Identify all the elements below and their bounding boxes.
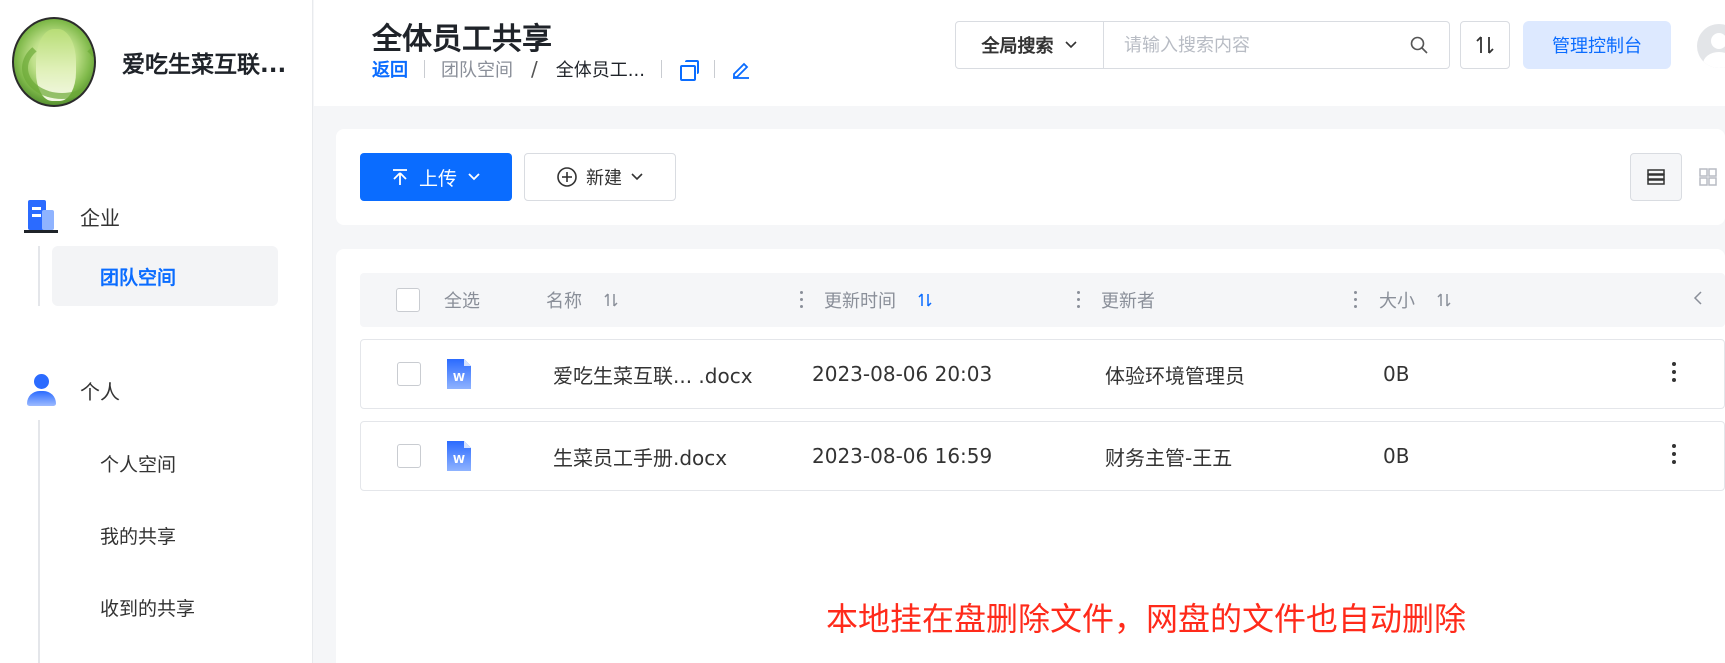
list-view-button[interactable]: [1630, 153, 1682, 201]
select-all-checkbox[interactable]: [396, 288, 420, 312]
nav-enterprise: 企业 团队空间: [0, 196, 313, 306]
chevron-left-icon[interactable]: [1692, 289, 1704, 307]
notice-annotation: 本地挂在盘删除文件，网盘的文件也自动删除: [826, 600, 1467, 638]
nav-head-label: 企业: [80, 205, 120, 230]
sort-icon: [604, 293, 618, 307]
column-header-updated[interactable]: 更新时间: [824, 273, 934, 327]
column-label: 更新时间: [824, 291, 896, 312]
nav-sub-personal: 个人空间 我的共享 收到的共享: [38, 420, 313, 663]
sort-icon: [1437, 293, 1451, 307]
column-header-name[interactable]: 名称: [546, 273, 620, 327]
sidebar-item-team-space[interactable]: 团队空间: [52, 246, 278, 306]
file-updater: 财务主管-王五: [1105, 445, 1233, 470]
file-size: 0B: [1383, 362, 1410, 386]
row-checkbox[interactable]: [397, 362, 421, 386]
table-header: 全选 名称 更新时间 更新者 大小: [360, 273, 1725, 327]
file-size: 0B: [1383, 444, 1410, 468]
table-row[interactable]: W 生菜员工手册.docx 2023-08-06 16:59 财务主管-王五 0…: [360, 421, 1725, 491]
column-label: 大小: [1379, 291, 1415, 312]
search-scope-label: 全局搜索: [981, 36, 1054, 57]
chevron-down-icon: [1064, 41, 1077, 49]
user-icon: [24, 372, 58, 408]
user-avatar[interactable]: [1697, 24, 1725, 68]
sidebar: 爱吃生菜互联... 企业 团队空间 个人 个人空间 我的共享 收到的共享: [0, 0, 313, 663]
upload-label: 上传: [418, 167, 457, 190]
sort-icon: [1476, 36, 1494, 54]
more-icon[interactable]: [1672, 444, 1676, 468]
grid-view-button[interactable]: [1682, 153, 1725, 201]
file-updated: 2023-08-06 16:59: [812, 444, 993, 468]
list-view-icon: [1647, 169, 1665, 185]
copy-icon[interactable]: [678, 59, 699, 81]
divider: [713, 60, 715, 78]
chevron-down-icon: [468, 173, 480, 181]
search-field: [1104, 21, 1450, 69]
sidebar-item-my-shares[interactable]: 我的共享: [52, 499, 278, 571]
view-switcher: [1630, 153, 1725, 201]
word-document-icon: W: [447, 359, 471, 389]
page-title: 全体员工共享: [372, 22, 552, 57]
divider: [424, 60, 425, 78]
org-avatar: [12, 17, 96, 107]
header: 全体员工共享 返回 团队空间 / 全体员工... 全局搜索 管理控制台: [314, 0, 1725, 106]
more-icon[interactable]: [1672, 362, 1676, 386]
column-label: 名称: [546, 291, 582, 312]
nav-head-personal[interactable]: 个人: [0, 370, 313, 410]
column-resize-handle[interactable]: [1077, 291, 1081, 309]
file-updated: 2023-08-06 20:03: [812, 362, 993, 386]
org-name: 爱吃生菜互联...: [122, 52, 287, 78]
file-name[interactable]: 爱吃生菜互联... .docx: [553, 340, 753, 408]
nav-head-enterprise[interactable]: 企业: [0, 196, 313, 236]
sidebar-item-personal-space[interactable]: 个人空间: [52, 427, 278, 499]
new-label: 新建: [586, 168, 622, 189]
nav-personal: 个人 个人空间 我的共享 收到的共享: [0, 370, 313, 663]
select-all-label: 全选: [444, 291, 480, 312]
sidebar-item-received-shares[interactable]: 收到的共享: [52, 571, 278, 643]
table-row[interactable]: W 爱吃生菜互联... .docx 2023-08-06 20:03 体验环境管…: [360, 339, 1725, 409]
new-button[interactable]: 新建: [524, 153, 676, 201]
upload-icon: [392, 169, 407, 185]
plus-circle-icon: [557, 167, 577, 187]
divider: [660, 60, 662, 78]
search-bar: 全局搜索: [955, 21, 1450, 69]
search-input[interactable]: [1124, 34, 1409, 56]
toolbar: 上传 新建: [336, 129, 1725, 225]
file-name[interactable]: 生菜员工手册.docx: [553, 422, 727, 490]
breadcrumb-current: 全体员工...: [555, 60, 645, 81]
chevron-down-icon: [631, 173, 643, 181]
column-header-updater[interactable]: 更新者: [1101, 273, 1155, 327]
breadcrumb-team-space[interactable]: 团队空间: [441, 56, 513, 82]
building-icon: [24, 198, 58, 234]
search-scope-select[interactable]: 全局搜索: [955, 21, 1104, 69]
column-resize-handle[interactable]: [1354, 291, 1358, 309]
search-icon[interactable]: [1409, 35, 1429, 55]
column-header-size[interactable]: 大小: [1379, 273, 1453, 327]
admin-console-button[interactable]: 管理控制台: [1523, 21, 1671, 69]
breadcrumb: 返回 团队空间 / 全体员工...: [372, 56, 751, 82]
svg-text:W: W: [453, 371, 465, 384]
brand[interactable]: 爱吃生菜互联...: [12, 17, 286, 107]
grid-view-icon: [1699, 168, 1717, 186]
svg-text:W: W: [453, 453, 465, 466]
file-updater: 体验环境管理员: [1105, 363, 1245, 388]
breadcrumb-separator: /: [531, 57, 538, 81]
nav-head-label: 个人: [80, 379, 120, 404]
edit-icon[interactable]: [731, 59, 751, 79]
nav-sub-enterprise: 团队空间: [38, 246, 313, 306]
sort-button[interactable]: [1460, 21, 1510, 69]
word-document-icon: W: [447, 441, 471, 471]
upload-button[interactable]: 上传: [360, 153, 512, 201]
sort-icon: [918, 293, 932, 307]
back-link[interactable]: 返回: [372, 56, 408, 82]
column-resize-handle[interactable]: [800, 291, 804, 309]
row-checkbox[interactable]: [397, 444, 421, 468]
